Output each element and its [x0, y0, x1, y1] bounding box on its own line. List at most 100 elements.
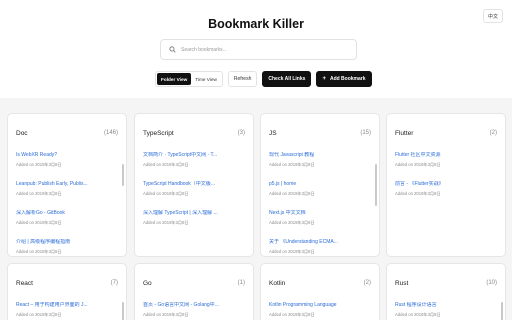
bookmark-link[interactable]: TypeScript Handbook（中文版...	[143, 181, 243, 188]
bookmark-item[interactable]: 深入解析Go - GitBook Added on 2019年3月8日	[16, 210, 118, 239]
bookmark-list: Rust 程序设计语言 Added on 2019年3月8日	[387, 294, 505, 320]
bookmark-link[interactable]: React – 用于构建用户界面的 J...	[16, 302, 116, 309]
folder-name: Go	[143, 279, 152, 287]
bookmark-date: Added on 2019年3月8日	[16, 191, 62, 196]
bookmark-list: 文档简介 · TypeScript中文网 · T... Added on 2019…	[135, 144, 253, 239]
bookmark-date: Added on 2019年3月8日	[395, 191, 441, 196]
bookmark-link[interactable]: 深入理解 TypeScript | 深入理解 ...	[143, 210, 243, 217]
bookmark-link[interactable]: 现代 Javascript 教程	[269, 152, 369, 159]
folder-name: Rust	[395, 279, 409, 287]
folder-card-typescript: TypeScript (3) 文档简介 · TypeScript中文网 · T.…	[134, 113, 254, 257]
bookmark-item[interactable]: 关于 《Understanding ECMA... Added on 2019年3…	[269, 239, 371, 256]
bookmark-date: Added on 2019年3月8日	[269, 220, 315, 225]
bookmark-date: Added on 2019年3月8日	[16, 220, 62, 225]
bookmark-link[interactable]: 介绍 | 高级程序编程指南	[16, 239, 116, 246]
folder-count: (3)	[237, 130, 245, 136]
add-bookmark-label: Add Bookmark	[329, 76, 366, 82]
search-box[interactable]	[160, 39, 357, 60]
bookmark-link[interactable]: 文档简介 · TypeScript中文网 · T...	[143, 152, 243, 159]
plus-icon: +	[322, 76, 326, 82]
bookmark-link[interactable]: Next.js 中文文档	[269, 210, 369, 217]
bookmark-list: Kotlin Programming Language Added on 2019…	[261, 294, 379, 320]
bookmark-link[interactable]: p5.js | home	[269, 181, 369, 188]
folder-card-go: Go (1) 首页 - Go语言中文网 - Golang中... Added on…	[134, 263, 254, 320]
bookmark-date: Added on 2019年3月8日	[16, 249, 62, 254]
bookmark-item[interactable]: 介绍 | 高级程序编程指南 Added on 2019年3月8日	[16, 239, 118, 256]
bookmark-date: Added on 2019年3月8日	[269, 191, 315, 196]
bookmark-link[interactable]: 首页 - Go语言中文网 - Golang中...	[143, 302, 243, 309]
bookmark-item[interactable]: TypeScript Handbook（中文版... Added on 2019年…	[143, 181, 245, 210]
bookmark-item[interactable]: Rust 程序设计语言 Added on 2019年3月8日	[395, 302, 497, 320]
bookmark-link[interactable]: 深入解析Go - GitBook	[16, 210, 116, 217]
bookmark-item[interactable]: Kotlin Programming Language Added on 2019…	[269, 302, 371, 320]
bookmark-item[interactable]: 前言 - 《Flutter实战》 Added on 2019年3月8日	[395, 181, 497, 210]
check-links-button[interactable]: Check All Links	[262, 71, 312, 87]
bookmark-item[interactable]: Is WebXR Ready? Added on 2019年3月8日	[16, 152, 118, 181]
bookmark-date: Added on 2019年3月8日	[16, 162, 62, 167]
folder-card-js: JS (15) 现代 Javascript 教程 Added on 2019年3月…	[260, 113, 380, 257]
folder-count: (1)	[237, 280, 245, 286]
folder-count: (2)	[363, 280, 371, 286]
bookmark-item[interactable]: p5.js | home Added on 2019年3月8日	[269, 181, 371, 210]
scrollbar[interactable]	[375, 164, 377, 206]
folder-count: (146)	[103, 130, 118, 136]
folder-name: Kotlin	[269, 279, 286, 287]
scrollbar[interactable]	[501, 302, 503, 320]
bookmark-item[interactable]: 首页 - Go语言中文网 - Golang中... Added on 2019年3…	[143, 302, 245, 320]
bookmark-list: React – 用于构建用户界面的 J... Added on 2019年3月8日	[8, 294, 126, 320]
bookmark-link[interactable]: Kotlin Programming Language	[269, 302, 369, 309]
add-bookmark-button[interactable]: + Add Bookmark	[316, 71, 372, 87]
scrollbar[interactable]	[122, 164, 124, 186]
folder-name: TypeScript	[143, 129, 174, 137]
folder-card-rust: Rust (10) Rust 程序设计语言 Added on 2019年3月8日	[386, 263, 506, 320]
bookmark-date: Added on 2019年3月8日	[143, 312, 189, 317]
bookmark-link[interactable]: 关于 《Understanding ECMA...	[269, 239, 369, 246]
folder-name: React	[16, 279, 33, 287]
search-input[interactable]	[181, 46, 351, 53]
bookmark-link[interactable]: Rust 程序设计语言	[395, 302, 495, 309]
folder-header: Kotlin (2)	[261, 272, 379, 294]
bookmark-link[interactable]: Flutter 社区中文资源	[395, 152, 495, 159]
folder-name: JS	[269, 129, 277, 137]
folder-grid: Doc (146) Is WebXR Ready? Added on 2019年3…	[0, 98, 512, 320]
folder-name: Flutter	[395, 129, 414, 137]
bookmark-date: Added on 2019年3月8日	[395, 162, 441, 167]
folder-header: TypeScript (3)	[135, 122, 253, 144]
folder-view-button[interactable]: Folder View	[157, 73, 192, 85]
bookmark-date: Added on 2019年3月8日	[269, 249, 315, 254]
bookmark-date: Added on 2019年3月8日	[395, 312, 441, 317]
bookmark-date: Added on 2019年3月8日	[143, 162, 189, 167]
folder-header: Doc (146)	[8, 122, 126, 144]
bookmark-item[interactable]: 现代 Javascript 教程 Added on 2019年3月8日	[269, 152, 371, 181]
folder-count: (2)	[489, 130, 497, 136]
bookmark-item[interactable]: Next.js 中文文档 Added on 2019年3月8日	[269, 210, 371, 239]
toolbar: Folder View Time View Refresh Check All …	[155, 71, 377, 87]
bookmark-list: 首页 - Go语言中文网 - Golang中... Added on 2019年3…	[135, 294, 253, 320]
bookmark-date: Added on 2019年3月8日	[269, 162, 315, 167]
bookmark-link[interactable]: 前言 - 《Flutter实战》	[395, 181, 495, 188]
bookmark-list: Flutter 社区中文资源 Added on 2019年3月8日 前言 - 《F…	[387, 144, 505, 210]
scrollbar[interactable]	[122, 302, 124, 320]
bookmark-item[interactable]: 文档简介 · TypeScript中文网 · T... Added on 2019…	[143, 152, 245, 181]
view-switcher: Folder View Time View	[155, 71, 223, 87]
folder-header: Rust (10)	[387, 272, 505, 294]
bookmark-link[interactable]: Is WebXR Ready?	[16, 152, 116, 159]
time-view-button[interactable]: Time View	[191, 73, 221, 85]
folder-header: Flutter (2)	[387, 122, 505, 144]
folder-count: (10)	[486, 280, 497, 286]
bookmark-item[interactable]: Leanpub: Publish Early, Publis... Added o…	[16, 181, 118, 210]
folder-count: (7)	[110, 280, 118, 286]
bookmark-list: 现代 Javascript 教程 Added on 2019年3月8日 p5.js…	[261, 144, 379, 256]
bookmark-item[interactable]: Flutter 社区中文资源 Added on 2019年3月8日	[395, 152, 497, 181]
bookmark-link[interactable]: Leanpub: Publish Early, Publis...	[16, 181, 116, 188]
folder-card-kotlin: Kotlin (2) Kotlin Programming Language Ad…	[260, 263, 380, 320]
folder-header: React (7)	[8, 272, 126, 294]
refresh-button[interactable]: Refresh	[227, 71, 258, 87]
folder-card-flutter: Flutter (2) Flutter 社区中文资源 Added on 2019年…	[386, 113, 506, 257]
bookmark-item[interactable]: 深入理解 TypeScript | 深入理解 ... Added on 2019年…	[143, 210, 245, 239]
folder-card-react: React (7) React – 用于构建用户界面的 J... Added on…	[7, 263, 127, 320]
folder-header: JS (15)	[261, 122, 379, 144]
bookmark-item[interactable]: React – 用于构建用户界面的 J... Added on 2019年3月8日	[16, 302, 118, 320]
bookmark-date: Added on 2019年3月8日	[16, 312, 62, 317]
bookmark-date: Added on 2019年3月8日	[143, 220, 189, 225]
